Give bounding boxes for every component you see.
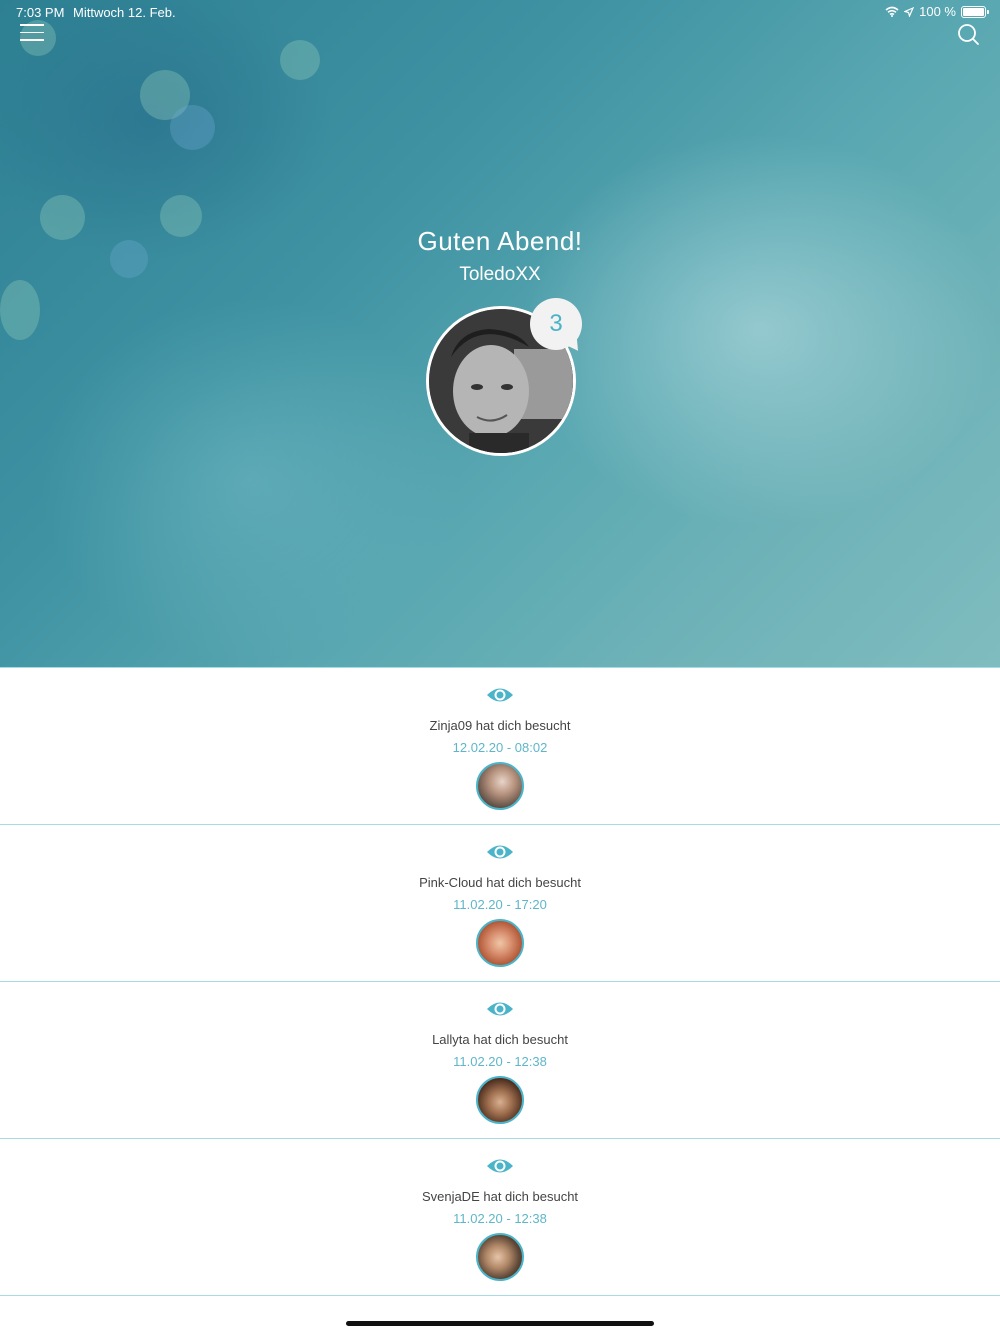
list-item[interactable]: Lallyta hat dich besucht 11.02.20 - 12:3… [0,981,1000,1138]
bokeh-light [170,105,215,150]
battery-percentage: 100 % [919,4,956,19]
bokeh-light [0,280,40,340]
status-indicators: 100 % [885,4,989,19]
bokeh-light [280,40,320,80]
visit-timestamp: 11.02.20 - 12:38 [453,1211,547,1226]
location-arrow-icon [904,6,915,17]
visitor-avatar[interactable] [476,1076,524,1124]
list-item[interactable]: Zinja09 hat dich besucht 12.02.20 - 08:0… [0,667,1000,824]
status-bar: 7:03 PM Mittwoch 12. Feb. 100 % [0,0,1000,24]
status-date: Mittwoch 12. Feb. [73,5,176,20]
search-icon[interactable] [956,22,980,46]
visit-message: Pink-Cloud hat dich besucht [419,875,581,890]
list-item[interactable]: SvenjaDE hat dich besucht 11.02.20 - 12:… [0,1138,1000,1295]
notification-badge[interactable]: 3 [530,298,582,350]
wifi-icon [885,6,899,17]
visits-list: Zinja09 hat dich besucht 12.02.20 - 08:0… [0,667,1000,1295]
visitor-avatar[interactable] [476,762,524,810]
hamburger-line [20,31,44,33]
menu-button[interactable] [20,24,44,44]
visitor-avatar[interactable] [476,919,524,967]
visit-timestamp: 11.02.20 - 12:38 [453,1054,547,1069]
eye-icon [487,1002,513,1016]
visit-message: Lallyta hat dich besucht [432,1032,568,1047]
home-indicator[interactable] [346,1321,654,1326]
hamburger-line [20,39,44,41]
list-item[interactable]: Pink-Cloud hat dich besucht 11.02.20 - 1… [0,824,1000,981]
visit-message: Zinja09 hat dich besucht [429,718,571,733]
greeting-text: Guten Abend! [417,226,583,256]
eye-icon [487,845,513,859]
eye-icon [487,1159,513,1173]
username-text: ToledoXX [459,264,541,285]
battery-icon [961,5,989,18]
hamburger-icon [20,24,44,26]
eye-icon [487,688,513,702]
visit-timestamp: 12.02.20 - 08:02 [452,740,548,755]
status-time: 7:03 PM [16,5,65,20]
visit-message: SvenjaDE hat dich besucht [421,1189,579,1204]
list-divider [0,1295,1000,1296]
visit-timestamp: 11.02.20 - 17:20 [453,897,547,912]
visitor-avatar[interactable] [476,1233,524,1281]
